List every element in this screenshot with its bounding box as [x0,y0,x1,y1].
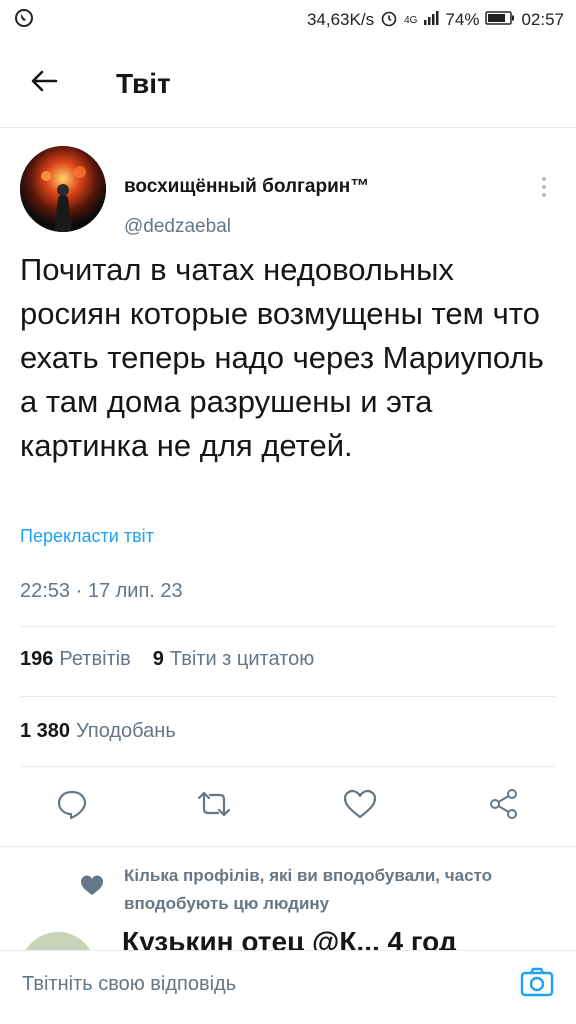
quotes-stat[interactable]: 9 Твіти з цитатою [153,648,314,671]
back-arrow-icon [30,69,58,98]
network-type: 4G [404,14,418,26]
author-handle[interactable]: @dedzaebal [124,216,231,238]
retweet-button[interactable] [192,784,236,828]
reply-avatar[interactable] [20,932,96,950]
retweets-stat[interactable]: 196 Ретвітів [20,648,131,671]
back-button[interactable] [24,64,64,104]
retweets-count: 196 [20,648,54,670]
retweet-icon [197,789,231,824]
reply-button[interactable] [50,784,94,828]
divider [20,766,556,767]
camera-icon [520,966,554,1003]
more-options-button[interactable] [532,172,556,202]
more-dot [542,185,546,189]
signal-icon [423,10,439,31]
section-divider [0,846,576,847]
network-speed: 34,63K/s [306,10,375,29]
status-left [14,8,34,33]
share-button[interactable] [482,784,526,828]
app-bar: Твіт [0,40,576,128]
like-button[interactable] [338,784,382,828]
like-icon [343,789,377,824]
status-bar: 34,63K/s 4G 74% 02:57 [0,0,576,40]
alarm-icon [380,9,398,32]
heart-icon [80,874,104,901]
avatar[interactable] [20,146,106,232]
likes-label: Уподобань [76,720,176,742]
page-title: Твіт [116,67,171,99]
tweet-actions [0,784,576,828]
retweets-label: Ретвітів [59,648,131,670]
tweet-text: Почитал в чатах недовольных росиян котор… [20,252,544,463]
divider [20,696,556,697]
tweet-timestamp: 22:53 · 17 лип. 23 [20,580,183,602]
recommendation-text: Кілька профілів, які ви вподобували, час… [124,866,493,913]
reply-author: Кузькин отец @К... 4 год [122,926,457,950]
more-dot [542,193,546,197]
likes-stat[interactable]: 1 380 Уподобань [20,720,176,743]
viber-icon [14,8,34,33]
reply-input[interactable]: Твітніть свою відповідь [22,973,236,996]
battery-icon [485,10,515,31]
quotes-label: Твіти з цитатою [169,648,315,670]
reply-composer: Твітніть свою відповідь [0,950,576,1024]
reply-icon [56,788,88,825]
quotes-count: 9 [152,648,164,670]
reply-preview[interactable]: Кузькин отец @К... 4 год [0,926,576,950]
translate-link[interactable]: Перекласти твіт [20,526,154,547]
camera-button[interactable] [518,965,556,1003]
author-name[interactable]: восхищённый болгарин™ [124,176,369,198]
battery-percent: 74% [445,10,480,29]
status-right: 34,63K/s 4G 74% 02:57 [307,9,564,32]
stats-row: 196 Ретвітів 9 Твіти з цитатою [20,648,314,671]
divider [20,626,556,627]
more-vertical-icon [542,177,546,181]
clock: 02:57 [521,10,564,29]
likes-count: 1 380 [20,720,71,742]
share-icon [488,788,520,825]
author-row: восхищённый болгарин™ @dedzaebal [20,146,556,238]
